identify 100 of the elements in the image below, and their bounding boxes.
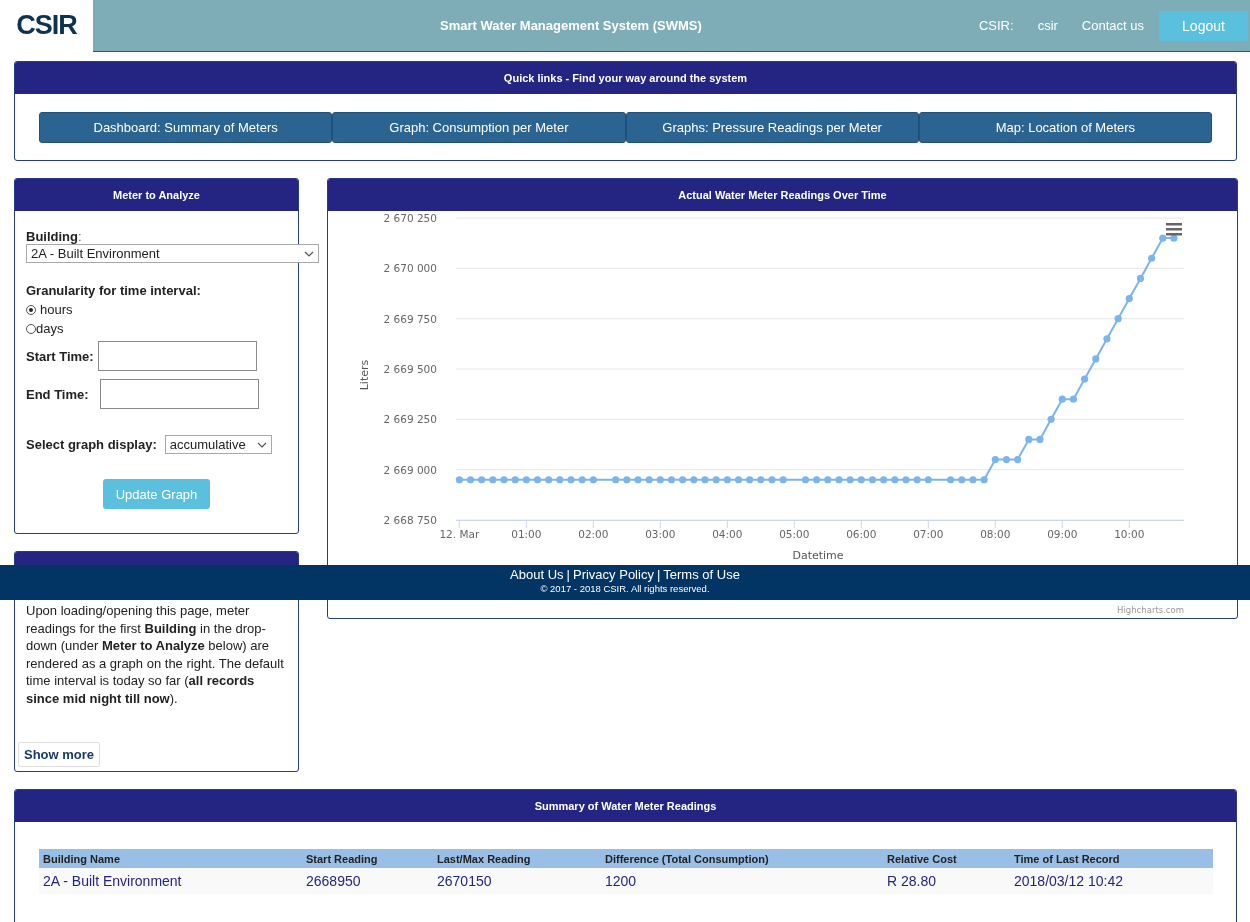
menu-icon[interactable] <box>1166 223 1182 236</box>
data-point <box>980 476 988 484</box>
logo: CSIR <box>0 0 93 52</box>
table-cell: 2A - Built Environment <box>39 868 302 894</box>
data-point <box>902 476 910 484</box>
data-point <box>1036 435 1044 444</box>
data-point <box>589 476 597 484</box>
x-axis-title: Datetime <box>792 549 844 562</box>
granularity-label: Granularity for time interval: <box>26 283 202 298</box>
building-label: Building <box>26 229 78 244</box>
data-point <box>824 476 832 484</box>
data-point <box>500 476 508 484</box>
radio-option[interactable]: days <box>26 321 287 336</box>
data-point <box>1002 456 1011 464</box>
footer-link[interactable]: About Us <box>510 567 564 582</box>
data-point <box>991 456 999 464</box>
data-point <box>612 476 620 484</box>
quick-link-button[interactable]: Graphs: Pressure Readings per Meter <box>625 112 919 143</box>
data-point <box>466 476 475 484</box>
table-cell: 1200 <box>601 868 883 894</box>
panel-title: Actual Water Meter Readings Over Time <box>678 189 887 201</box>
chevron-down-icon <box>256 441 267 448</box>
footer-link[interactable]: Privacy Policy <box>573 567 654 582</box>
x-axis-label: 10:00 <box>1114 528 1145 540</box>
table-cell: 2670150 <box>433 868 601 894</box>
y-axis-label: 2 670 000 <box>383 262 437 275</box>
y-axis-label: 2 670 250 <box>383 212 437 224</box>
x-axis-label: 03:00 <box>645 528 676 540</box>
data-point <box>1125 294 1133 303</box>
graph-display-dropdown[interactable]: accumulative <box>164 435 272 454</box>
user-name: csir <box>1037 18 1058 33</box>
radio-option[interactable]: hours <box>26 302 287 317</box>
data-point <box>1025 435 1033 444</box>
panel-title: Summary of Water Meter Readings <box>534 800 717 812</box>
y-axis-label: 2 669 250 <box>383 413 437 426</box>
data-point <box>712 476 720 484</box>
x-axis-label: 01:00 <box>511 528 542 540</box>
x-axis-label: 08:00 <box>980 528 1011 540</box>
x-axis-label: 07:00 <box>913 528 944 540</box>
x-axis-label: 02:00 <box>578 528 609 540</box>
data-point <box>779 476 787 484</box>
end-time-field[interactable] <box>99 379 259 409</box>
panel-title: Quick links - Find your way around the system <box>503 72 748 84</box>
data-point <box>667 476 676 484</box>
data-point <box>723 476 731 484</box>
quick-link-button[interactable]: Graph: Consumption per Meter <box>332 112 626 143</box>
data-point <box>958 476 966 484</box>
data-point <box>1047 415 1055 423</box>
quick-link-button[interactable]: Dashboard: Summary of Meters <box>39 112 333 143</box>
data-point <box>690 476 698 484</box>
column-header: Time of Last Record <box>1010 849 1213 868</box>
start-time-field[interactable] <box>97 341 257 371</box>
data-point <box>880 476 888 484</box>
data-point <box>1092 355 1100 363</box>
start-time-label: Start Time: <box>26 348 94 364</box>
data-point <box>489 476 497 484</box>
data-point <box>801 476 810 484</box>
x-axis-label: 04:00 <box>712 528 743 540</box>
data-point <box>623 476 631 484</box>
data-point <box>1014 456 1022 464</box>
description-text: Upon loading/opening this page, meter readings for the first Building in the drop-down (under Meter to Analyze below) are rendered as a graph on the right. The default time interval is today so far (all records since mid night till now). <box>26 602 285 708</box>
building-dropdown[interactable]: 2A - Built Environment <box>26 244 319 263</box>
panel-title: Meter to Analyze <box>113 189 200 201</box>
data-point <box>1159 234 1167 242</box>
data-point <box>868 476 877 484</box>
colon: : <box>78 229 82 244</box>
data-point <box>1114 315 1122 323</box>
org-label: CSIR: <box>978 18 1014 33</box>
end-time-label: End Time: <box>26 386 89 402</box>
data-point <box>1058 395 1066 403</box>
data-point <box>1148 254 1156 262</box>
data-point <box>1069 395 1078 403</box>
data-point <box>556 476 564 484</box>
data-point <box>578 476 586 484</box>
data-point <box>478 476 486 484</box>
data-point <box>835 476 843 484</box>
data-point <box>913 476 921 484</box>
graph-display-label: Select graph display: <box>26 437 157 452</box>
data-point <box>533 476 542 484</box>
footer-link[interactable]: Terms of Use <box>663 567 740 582</box>
column-header: Relative Cost <box>883 849 1010 868</box>
table-cell: R 28.80 <box>883 868 1010 894</box>
x-axis-label: 06:00 <box>846 528 877 540</box>
data-point <box>645 476 653 484</box>
data-point <box>813 476 821 484</box>
data-point <box>924 476 932 484</box>
data-point <box>656 476 664 484</box>
data-point <box>768 476 776 484</box>
data-point <box>701 476 709 484</box>
y-axis-label: 2 668 750 <box>383 514 437 526</box>
x-axis-label: 05:00 <box>779 528 810 540</box>
data-point <box>1081 375 1089 383</box>
site-title: Smart Water Management System (SWMS) <box>439 18 703 33</box>
show-more-button[interactable]: Show more <box>18 742 101 767</box>
y-axis-label: 2 669 000 <box>383 463 437 476</box>
data-point <box>891 476 899 484</box>
data-point <box>511 476 519 484</box>
quick-link-button[interactable]: Map: Location of Meters <box>918 112 1212 143</box>
data-point <box>734 476 743 484</box>
data-point <box>947 476 955 484</box>
